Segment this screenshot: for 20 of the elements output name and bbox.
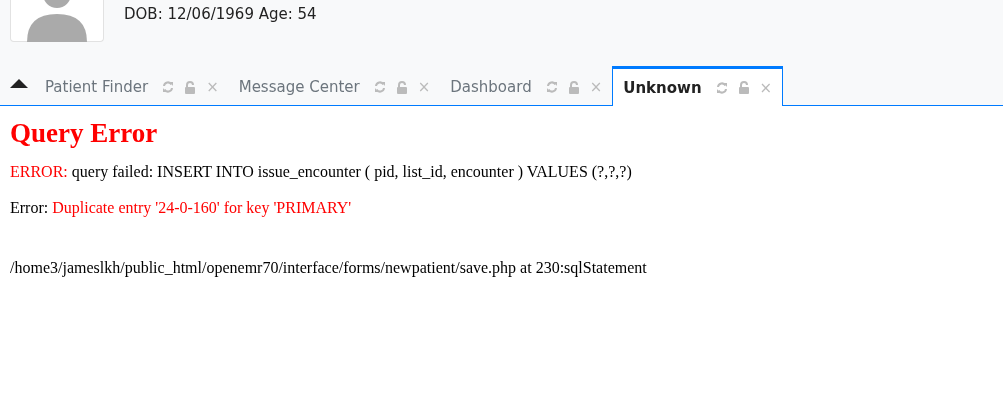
refresh-icon[interactable]: [373, 81, 386, 93]
refresh-icon[interactable]: [545, 81, 558, 93]
error-title: Query Error: [10, 118, 159, 149]
error-label: Error:: [10, 199, 49, 216]
error-message: Duplicate entry '24-0-160' for key 'PRIMARY': [52, 199, 352, 216]
error-message: query failed: INSERT INTO issue_encounter ( pid, list_id, encounter ) VALUES (?,?,?): [71, 163, 632, 180]
refresh-icon[interactable]: [715, 81, 728, 94]
tab[interactable]: Dashboard ×: [440, 69, 613, 105]
lock-icon[interactable]: [395, 80, 408, 94]
refresh-icon[interactable]: [162, 81, 175, 93]
lock-icon[interactable]: [567, 80, 580, 94]
error-label: ERROR:: [10, 163, 68, 180]
tab[interactable]: Message Center ×: [228, 69, 441, 105]
file-path-text: /home3/jameslkh/public_html/openemr70/interface/forms/newpatient/save.php at 230:sqlStatement: [10, 259, 648, 277]
lock-icon[interactable]: [184, 80, 197, 94]
tab[interactable]: Unknown ×: [612, 66, 784, 106]
collapse-icon[interactable]: [9, 78, 29, 88]
lock-icon[interactable]: [737, 81, 750, 94]
tab[interactable]: Patient Finder ×: [35, 69, 229, 105]
patient-dob-age: DOB: 12/06/1969 Age: 54: [124, 5, 317, 23]
